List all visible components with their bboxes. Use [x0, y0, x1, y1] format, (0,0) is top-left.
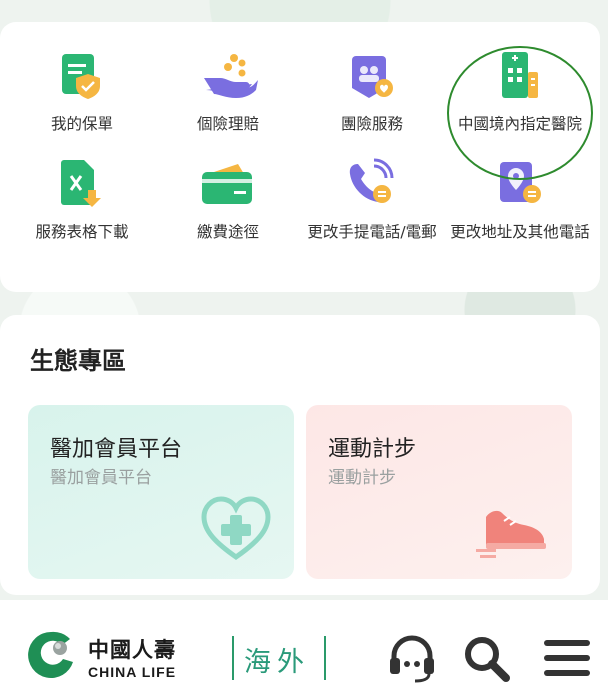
- service-label: 個險理賠: [196, 115, 259, 133]
- menu-icon[interactable]: [540, 632, 592, 684]
- tile-health-member-platform[interactable]: 醫加會員平台 醫加會員平台: [28, 405, 294, 579]
- search-icon[interactable]: [460, 632, 512, 684]
- service-my-policy[interactable]: 我的保單: [8, 48, 156, 135]
- services-grid: 我的保單 個險理賠 團險服務 中國境內指定醫院 服務表格下載 繳費途徑 更改手提…: [0, 22, 600, 292]
- service-label: 繳費途徑: [196, 223, 259, 241]
- divider: [324, 636, 326, 680]
- tile-subtitle: 醫加會員平台: [50, 468, 152, 488]
- tile-step-counter[interactable]: 運動計步 運動計步: [306, 405, 572, 579]
- group-insurance-icon: [342, 48, 402, 108]
- service-personal-claims[interactable]: 個險理賠: [154, 48, 302, 135]
- tile-title: 醫加會員平台: [50, 437, 183, 462]
- policy-document-icon: [52, 48, 112, 108]
- service-label: 我的保單: [50, 115, 113, 133]
- excel-download-icon: [52, 156, 112, 216]
- highlight-circle: [447, 46, 593, 180]
- ecosystem-section: 生態專區 醫加會員平台 醫加會員平台 運動計步 運動計步: [0, 315, 600, 595]
- tile-title: 運動計步: [328, 437, 417, 462]
- service-change-phone-email[interactable]: 更改手提電話/電郵: [298, 156, 446, 243]
- brand-name-chinese: 中國人壽: [88, 638, 176, 662]
- customer-service-headset-icon[interactable]: [386, 632, 438, 684]
- divider: [232, 636, 234, 680]
- sneaker-icon: [474, 487, 554, 567]
- footer-bar: 中國人壽 CHINA LIFE 海外: [0, 600, 608, 698]
- service-label: 更改地址及其他電話: [450, 223, 590, 241]
- service-payment-methods[interactable]: 繳費途徑: [154, 156, 302, 243]
- wallet-icon: [198, 156, 258, 216]
- section-title: 生態專區: [30, 347, 126, 375]
- service-group-insurance[interactable]: 團險服務: [298, 48, 446, 135]
- heart-plus-icon: [196, 487, 276, 567]
- service-label: 團險服務: [340, 115, 403, 133]
- tile-subtitle: 運動計步: [328, 468, 396, 488]
- china-life-logo-icon: [26, 630, 76, 680]
- service-label: 服務表格下載: [35, 223, 129, 241]
- brand-region: 海外: [244, 647, 310, 678]
- brand-name-english: CHINA LIFE: [88, 664, 177, 680]
- phone-change-icon: [342, 156, 402, 216]
- service-label: 更改手提電話/電郵: [307, 223, 437, 241]
- hand-coins-icon: [198, 48, 258, 108]
- service-form-download[interactable]: 服務表格下載: [8, 156, 156, 243]
